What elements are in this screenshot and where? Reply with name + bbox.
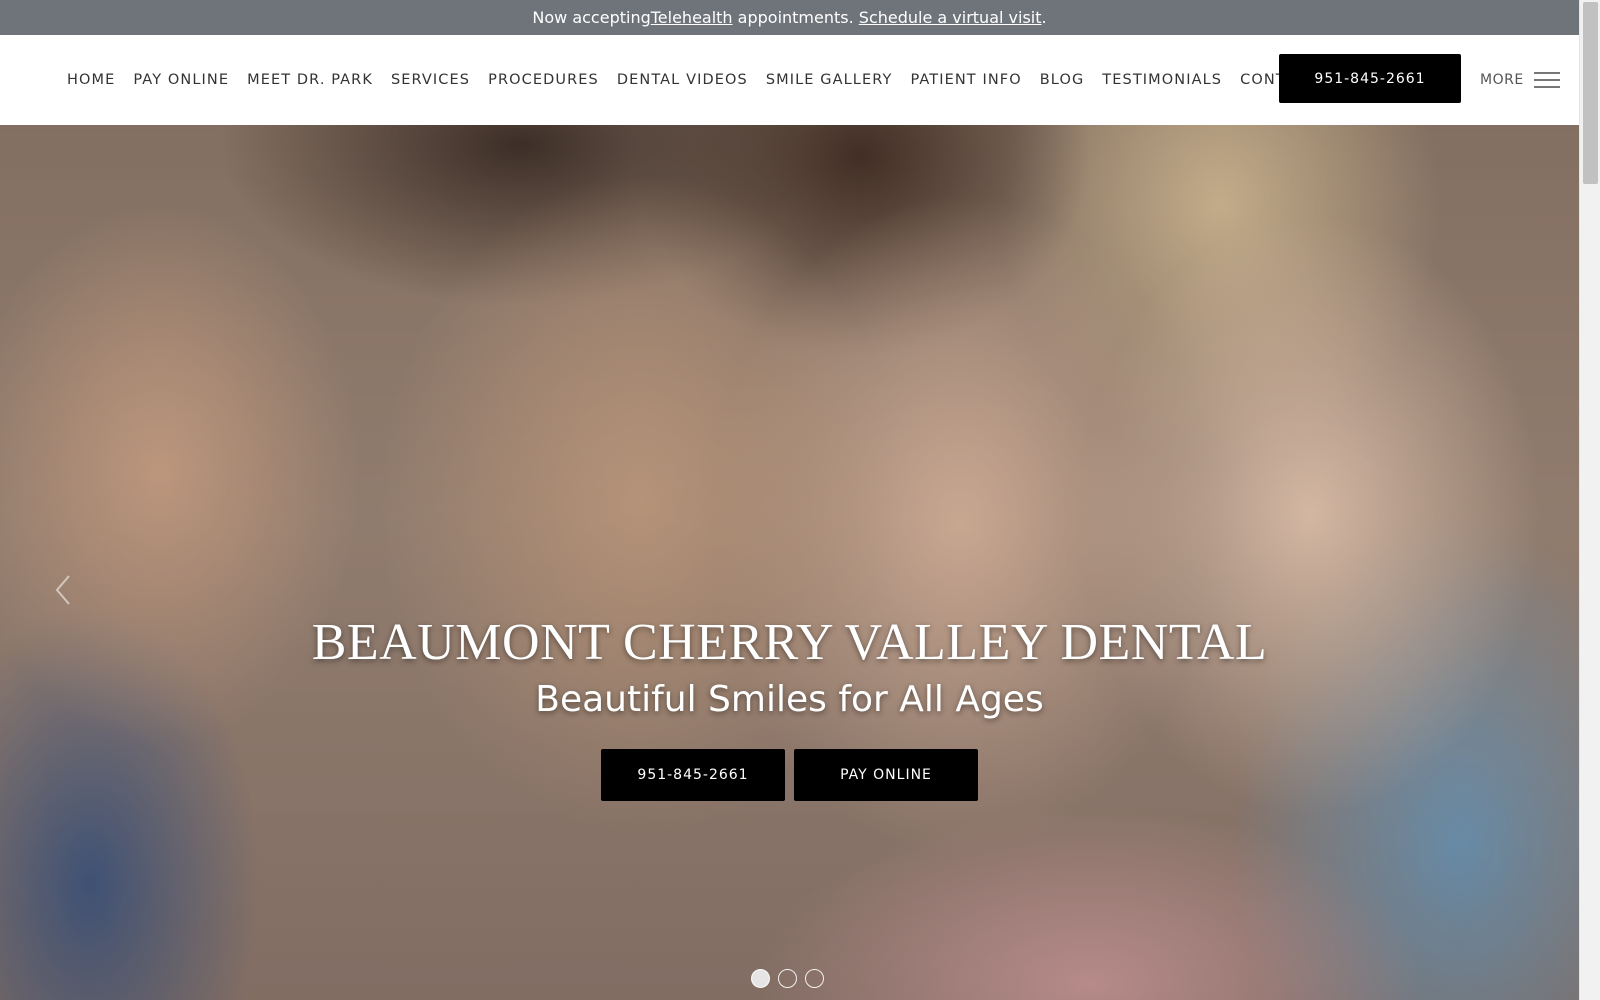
header-phone-button[interactable]: 951-845-2661 (1279, 54, 1461, 103)
slider-prev-chevron-icon[interactable] (52, 572, 76, 608)
hero-subtitle: Beautiful Smiles for All Ages (535, 679, 1044, 720)
announcement-suffix: . (1041, 8, 1047, 27)
nav-item-smile-gallery[interactable]: SMILE GALLERY (766, 72, 893, 88)
hero-photo-overlay (0, 125, 1579, 1000)
hamburger-icon (1533, 72, 1560, 88)
slider-dot-1[interactable] (751, 969, 770, 988)
hero-phone-button[interactable]: 951-845-2661 (601, 749, 785, 801)
slider-dots (751, 969, 832, 988)
hero-title: BEAUMONT CHERRY VALLEY DENTAL (311, 614, 1268, 671)
more-menu-button[interactable]: MORE (1480, 35, 1560, 125)
nav-item-blog[interactable]: BLOG (1040, 72, 1085, 88)
slider-dot-3[interactable] (805, 969, 824, 988)
announcement-middle: appointments. (732, 8, 859, 27)
nav-item-dental-videos[interactable]: DENTAL VIDEOS (617, 72, 748, 88)
nav-item-services[interactable]: SERVICES (391, 72, 470, 88)
site-header: HOME PAY ONLINE MEET DR. PARK SERVICES P… (0, 35, 1579, 125)
schedule-virtual-visit-link[interactable]: Schedule a virtual visit (859, 8, 1042, 27)
announcement-bar: Now accepting ​Telehealth appointments. … (0, 0, 1579, 35)
telehealth-link[interactable]: Telehealth (651, 8, 733, 27)
more-label: MORE (1480, 72, 1524, 88)
main-nav: HOME PAY ONLINE MEET DR. PARK SERVICES P… (67, 35, 1335, 125)
nav-item-patient-info[interactable]: PATIENT INFO (910, 72, 1021, 88)
hero-slider: BEAUMONT CHERRY VALLEY DENTAL Beautiful … (0, 125, 1579, 1000)
nav-item-home[interactable]: HOME (67, 72, 115, 88)
nav-item-pay-online[interactable]: PAY ONLINE (133, 72, 229, 88)
announcement-prefix: Now accepting (532, 8, 651, 27)
hero-pay-online-button[interactable]: PAY ONLINE (794, 749, 978, 801)
slider-dot-2[interactable] (778, 969, 797, 988)
nav-item-meet-dr-park[interactable]: MEET DR. PARK (247, 72, 373, 88)
vertical-scrollbar[interactable] (1579, 0, 1600, 1000)
scrollbar-thumb[interactable] (1583, 2, 1598, 184)
page-viewport: Now accepting ​Telehealth appointments. … (0, 0, 1579, 1000)
nav-item-testimonials[interactable]: TESTIMONIALS (1102, 72, 1222, 88)
nav-item-procedures[interactable]: PROCEDURES (488, 72, 599, 88)
